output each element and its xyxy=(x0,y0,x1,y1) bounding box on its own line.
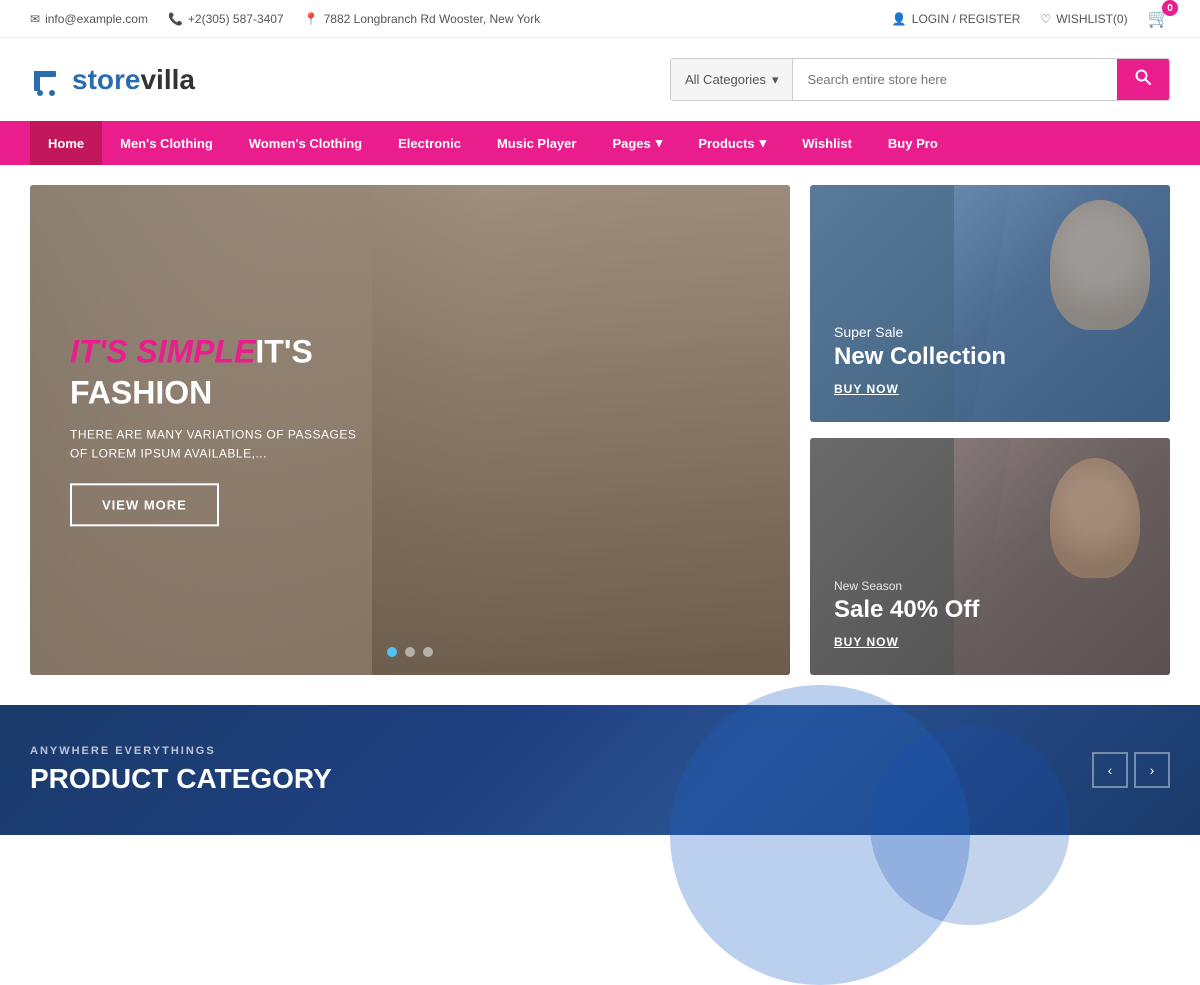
hero-title-row1: IT'S SIMPLEIT'S xyxy=(70,333,370,370)
logo-icon xyxy=(30,61,68,99)
user-icon: 👤 xyxy=(892,12,907,26)
search-input[interactable] xyxy=(793,59,1117,100)
products-chevron-icon: ▾ xyxy=(760,135,767,151)
main-content: IT'S SIMPLEIT'S FASHION THERE ARE MANY V… xyxy=(0,165,1200,695)
category-text: ANYWHERE EVERYTHINGS PRODUCT CATEGORY xyxy=(30,745,332,795)
nav-item-pages[interactable]: Pages ▾ xyxy=(594,121,680,165)
topbar-right: 👤 LOGIN / REGISTER ♡ WISHLIST(0) 🛒 0 xyxy=(892,8,1170,29)
category-nav-arrows: ‹ › xyxy=(1092,752,1170,788)
topbar-left: ✉ info@example.com 📞 +2(305) 587-3407 📍 … xyxy=(30,12,540,26)
hero-slider: IT'S SIMPLEIT'S FASHION THERE ARE MANY V… xyxy=(30,185,790,675)
banner-super-sale: Super Sale New Collection BUY NOW xyxy=(810,185,1170,422)
pages-chevron-icon: ▾ xyxy=(656,135,663,151)
heart-icon: ♡ xyxy=(1040,12,1051,26)
banner-sale: New Season Sale 40% Off BUY NOW xyxy=(810,438,1170,675)
search-bar: All Categories ▾ xyxy=(670,58,1170,101)
banner1-super-label: Super Sale xyxy=(834,324,1006,340)
category-header: ANYWHERE EVERYTHINGS PRODUCT CATEGORY ‹ … xyxy=(30,745,1170,795)
topbar-email: ✉ info@example.com xyxy=(30,12,148,26)
banner2-buy-now-link[interactable]: BUY NOW xyxy=(834,635,899,649)
category-next-button[interactable]: › xyxy=(1134,752,1170,788)
hero-title-white: IT'S xyxy=(255,333,312,369)
hero-text-block: IT'S SIMPLEIT'S FASHION THERE ARE MANY V… xyxy=(70,333,370,526)
nav-item-products[interactable]: Products ▾ xyxy=(680,121,784,165)
email-icon: ✉ xyxy=(30,12,40,26)
hero-title-line2: FASHION xyxy=(70,374,370,411)
hero-view-more-button[interactable]: VIEW MORE xyxy=(70,484,219,527)
slider-dot-3[interactable] xyxy=(423,647,433,657)
banner2-title: Sale 40% Off xyxy=(834,597,979,623)
slider-dot-2[interactable] xyxy=(405,647,415,657)
logo-text-villa: villa xyxy=(140,64,194,96)
side-banners: Super Sale New Collection BUY NOW New Se… xyxy=(810,185,1170,675)
nav-item-mens-clothing[interactable]: Men's Clothing xyxy=(102,121,231,165)
nav-item-womens-clothing[interactable]: Women's Clothing xyxy=(231,121,380,165)
navbar: Home Men's Clothing Women's Clothing Ele… xyxy=(0,121,1200,165)
nav-item-electronic[interactable]: Electronic xyxy=(380,121,479,165)
nav-item-buy-pro[interactable]: Buy Pro xyxy=(870,121,956,165)
topbar-phone: 📞 +2(305) 587-3407 xyxy=(168,12,284,26)
category-prev-button[interactable]: ‹ xyxy=(1092,752,1128,788)
banner2-content: New Season Sale 40% Off BUY NOW xyxy=(834,579,979,651)
search-category-dropdown[interactable]: All Categories ▾ xyxy=(671,59,793,100)
nav-item-home[interactable]: Home xyxy=(30,121,102,165)
banner1-face xyxy=(1050,200,1150,330)
nav-item-wishlist[interactable]: Wishlist xyxy=(784,121,870,165)
banner2-face xyxy=(1050,458,1140,578)
wishlist-link[interactable]: ♡ WISHLIST(0) xyxy=(1040,12,1127,26)
logo[interactable]: store villa xyxy=(30,61,195,99)
search-button[interactable] xyxy=(1117,59,1169,100)
banner1-title: New Collection xyxy=(834,344,1006,370)
product-category-section: ANYWHERE EVERYTHINGS PRODUCT CATEGORY ‹ … xyxy=(0,705,1200,835)
category-title: PRODUCT CATEGORY xyxy=(30,763,332,795)
hero-subtitle: THERE ARE MANY VARIATIONS OF PASSAGES OF… xyxy=(70,425,370,463)
banner1-buy-now-link[interactable]: BUY NOW xyxy=(834,382,899,396)
cart-badge-count: 0 xyxy=(1162,0,1178,16)
location-icon: 📍 xyxy=(304,12,319,26)
search-icon xyxy=(1135,69,1151,90)
decorative-circle-1 xyxy=(670,685,970,985)
nav-item-music-player[interactable]: Music Player xyxy=(479,121,595,165)
banner2-season-label: New Season xyxy=(834,579,979,593)
logo-text-store: store xyxy=(72,64,140,96)
hero-title-pink: IT'S SIMPLE xyxy=(70,333,255,369)
header: store villa All Categories ▾ xyxy=(0,38,1200,121)
slider-dot-1[interactable] xyxy=(387,647,397,657)
cart-icon-wrapper[interactable]: 🛒 0 xyxy=(1148,8,1170,29)
topbar: ✉ info@example.com 📞 +2(305) 587-3407 📍 … xyxy=(0,0,1200,38)
banner1-content: Super Sale New Collection BUY NOW xyxy=(834,324,1006,398)
slider-dots xyxy=(387,647,433,657)
phone-icon: 📞 xyxy=(168,12,183,26)
topbar-address: 📍 7882 Longbranch Rd Wooster, New York xyxy=(304,12,541,26)
category-subtitle: ANYWHERE EVERYTHINGS xyxy=(30,745,332,757)
login-link[interactable]: 👤 LOGIN / REGISTER xyxy=(892,12,1021,26)
chevron-down-icon: ▾ xyxy=(772,72,779,88)
